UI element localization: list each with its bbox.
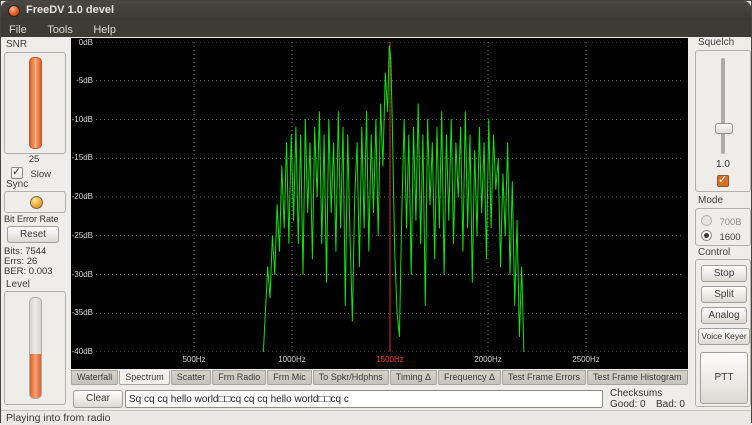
- y-axis-tick: -40dB: [71, 347, 93, 356]
- menu-help[interactable]: Help: [85, 21, 124, 38]
- squelch-slider-track[interactable]: [721, 58, 725, 154]
- menu-tools[interactable]: Tools: [39, 21, 81, 38]
- control-groupbox: Stop Split Analog Voice Keyer PTT: [695, 259, 751, 407]
- tab-spectrum[interactable]: Spectrum: [119, 370, 170, 385]
- ber-value: BER: 0.003: [4, 266, 53, 277]
- mode-radio-700b[interactable]: [701, 215, 712, 226]
- menu-bar: File Tools Help: [1, 20, 751, 37]
- x-axis-tick: 1000Hz: [270, 355, 314, 364]
- y-axis-tick: -30dB: [71, 270, 93, 279]
- reset-button[interactable]: Reset: [7, 226, 59, 243]
- stop-button[interactable]: Stop: [701, 265, 747, 282]
- spectrum-plot-svg[interactable]: [96, 42, 684, 352]
- ber-label: Bit Error Rate: [4, 214, 59, 224]
- voice-keyer-button[interactable]: Voice Keyer: [698, 328, 750, 345]
- x-axis-tick: 2000Hz: [466, 355, 510, 364]
- analog-button[interactable]: Analog: [701, 307, 747, 324]
- sync-label: Sync: [6, 179, 28, 190]
- squelch-label: Squelch: [698, 37, 734, 48]
- tx-text-input[interactable]: [125, 390, 603, 408]
- spectrum-plot[interactable]: 0dB -5dB -10dB -15dB -20dB -25dB -30dB -…: [71, 38, 688, 369]
- tab-frm-radio[interactable]: Frm Radio: [212, 370, 266, 385]
- x-axis-tick: 500Hz: [172, 355, 216, 364]
- y-axis-tick: -20dB: [71, 192, 93, 201]
- title-bar[interactable]: FreeDV 1.0 devel: [1, 1, 751, 21]
- level-groupbox: [4, 291, 66, 405]
- checksums-good: Good: 0: [610, 399, 646, 410]
- x-axis-tick: 1500Hz: [368, 355, 412, 364]
- snr-groupbox: [4, 52, 66, 154]
- mode-label: Mode: [698, 195, 723, 206]
- ptt-button[interactable]: PTT: [700, 352, 748, 404]
- tab-waterfall[interactable]: Waterfall: [71, 370, 118, 385]
- snr-label: SNR: [6, 39, 27, 50]
- sync-led-icon: [30, 196, 43, 209]
- tab-test-frame-errors[interactable]: Test Frame Errors: [502, 370, 586, 385]
- tab-frm-mic[interactable]: Frm Mic: [267, 370, 312, 385]
- checksums-bad: Bad: 0: [656, 399, 685, 410]
- mode-1600-label: 1600: [719, 232, 740, 243]
- y-axis-tick: -10dB: [71, 115, 93, 124]
- level-meter: [29, 297, 42, 399]
- close-button[interactable]: [8, 5, 20, 17]
- clear-button[interactable]: Clear: [73, 390, 123, 408]
- tab-to-spkr-hdphns[interactable]: To Spkr/Hdphns: [313, 370, 389, 385]
- squelch-groupbox: 1.0: [695, 50, 751, 192]
- freedv-window: { "window": { "title": "FreeDV 1.0 devel…: [0, 0, 752, 423]
- tab-test-frame-histogram[interactable]: Test Frame Histogram: [587, 370, 688, 385]
- x-axis-tick: 2500Hz: [564, 355, 608, 364]
- y-axis-tick: -5dB: [71, 76, 93, 85]
- slow-checkbox-label: Slow: [30, 169, 51, 180]
- mode-radio-1600-row[interactable]: 1600: [701, 227, 741, 245]
- checksums-label: Checksums: [610, 388, 662, 399]
- slow-checkbox[interactable]: [11, 167, 23, 179]
- sync-groupbox: [4, 191, 66, 213]
- level-meter-fill: [30, 354, 41, 398]
- snr-gauge: [29, 57, 42, 149]
- y-axis-tick: -25dB: [71, 231, 93, 240]
- squelch-value: 1.0: [696, 159, 750, 170]
- menu-file[interactable]: File: [1, 21, 35, 38]
- tab-frequency-delta[interactable]: Frequency Δ: [438, 370, 501, 385]
- tab-scatter[interactable]: Scatter: [171, 370, 212, 385]
- y-axis-tick: -35dB: [71, 308, 93, 317]
- control-label: Control: [698, 247, 730, 258]
- y-axis-tick: 0dB: [71, 38, 93, 47]
- mode-groupbox: 700B 1600: [695, 208, 751, 246]
- window-title: FreeDV 1.0 devel: [26, 4, 114, 16]
- tab-timing-delta[interactable]: Timing Δ: [390, 370, 437, 385]
- y-axis-tick: -15dB: [71, 153, 93, 162]
- plot-tab-bar: Waterfall Spectrum Scatter Frm Radio Frm…: [71, 370, 691, 385]
- spectrum-trace: [263, 46, 524, 352]
- squelch-slider-handle[interactable]: [715, 123, 733, 134]
- split-button[interactable]: Split: [701, 286, 747, 303]
- squelch-enable-checkbox[interactable]: [717, 175, 729, 187]
- level-label: Level: [6, 279, 30, 290]
- mode-radio-1600[interactable]: [701, 230, 712, 241]
